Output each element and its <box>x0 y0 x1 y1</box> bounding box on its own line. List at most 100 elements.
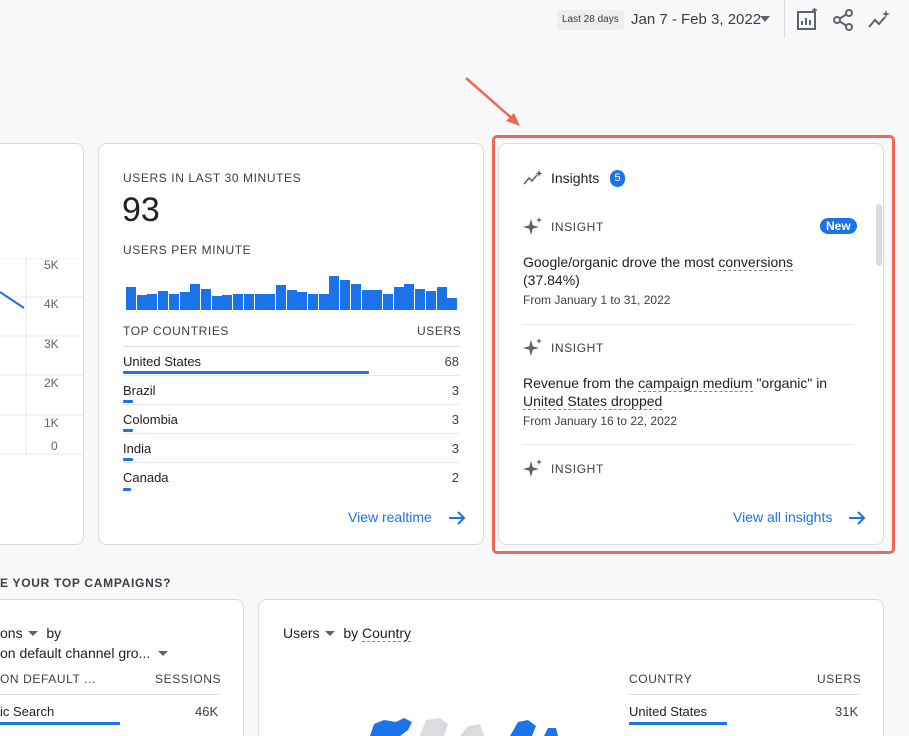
users-per-minute-label: USERS PER MINUTE <box>123 243 252 257</box>
customize-report-icon[interactable] <box>795 8 819 32</box>
section-title: E YOUR TOP CAMPAIGNS? <box>0 576 172 590</box>
axis-label: 5K <box>44 258 59 272</box>
table-divider <box>0 694 219 695</box>
dimension-selector-label: on default channel gro... <box>0 645 151 661</box>
users-per-minute-bar <box>372 290 382 310</box>
country-name: Brazil <box>123 383 156 398</box>
users-per-minute-bar <box>426 291 436 310</box>
insights-highlight-box <box>492 135 895 554</box>
table-row[interactable]: Colombia 3 <box>123 405 459 434</box>
axis-label: 3K <box>44 337 59 351</box>
users-per-minute-bar <box>233 294 243 310</box>
users-per-minute-bar <box>169 294 179 310</box>
top-countries-header: TOP COUNTRIES <box>123 324 230 338</box>
country-card-title[interactable]: Users by Country <box>283 625 412 642</box>
share-bar <box>123 429 133 432</box>
users-per-minute-bar <box>394 287 404 310</box>
country-name: United States <box>123 354 202 369</box>
country-users: 3 <box>451 412 459 427</box>
users-per-minute-bar <box>255 294 265 310</box>
share-bar <box>123 488 131 491</box>
table-row[interactable]: Brazil 3 <box>123 376 459 405</box>
users-per-minute-bar <box>265 294 275 310</box>
date-range-preset-chip[interactable]: Last 28 days <box>557 10 624 30</box>
share-bar <box>123 400 133 403</box>
insights-icon[interactable] <box>867 8 891 32</box>
table-row-name[interactable]: ic Search <box>0 704 54 719</box>
users-column-header: USERS <box>417 324 462 338</box>
users-trend-chart <box>0 258 84 455</box>
users-per-minute-bar <box>190 284 200 310</box>
axis-label: 2K <box>44 376 59 390</box>
by-label: by <box>46 625 62 641</box>
users-per-minute-bar <box>340 280 350 310</box>
metric-selector[interactable]: ons by <box>0 625 61 641</box>
users-per-minute-bar <box>383 294 393 310</box>
users-per-minute-chart <box>126 274 458 310</box>
table-row[interactable]: United States 68 <box>123 347 459 376</box>
users-per-minute-bar <box>276 285 286 310</box>
table-divider <box>629 694 859 695</box>
users-per-minute-bar <box>351 284 361 310</box>
users-per-minute-bar <box>244 294 254 310</box>
users-per-minute-bar <box>362 290 372 310</box>
users-per-minute-bar <box>437 287 447 310</box>
axis-label: 1K <box>44 416 59 430</box>
country-users: 2 <box>451 470 459 485</box>
users-by-country-card <box>258 599 884 736</box>
users-per-minute-bar <box>212 296 222 310</box>
users-column-header: USERS <box>817 672 862 686</box>
users-per-minute-bar <box>308 294 318 310</box>
users-per-minute-bar <box>329 276 339 310</box>
chevron-down-icon[interactable] <box>325 631 336 636</box>
view-realtime-link[interactable]: View realtime <box>348 509 432 525</box>
axis-label: 4K <box>44 297 59 311</box>
users-per-minute-bar <box>201 289 211 310</box>
metric-selector-label: ons <box>0 625 23 641</box>
table-row-value: 31K <box>835 704 859 719</box>
users-per-minute-bar <box>180 292 190 310</box>
world-map[interactable] <box>360 716 560 736</box>
axis-label: 0 <box>51 439 58 453</box>
users-per-minute-bar <box>126 287 136 310</box>
share-bar <box>629 722 727 725</box>
share-bar <box>0 722 120 725</box>
users-per-minute-bar <box>319 294 329 310</box>
users-per-minute-bar <box>415 289 425 310</box>
share-bar <box>123 371 369 374</box>
users-trend-line <box>0 291 25 309</box>
by-label: by <box>343 625 359 641</box>
table-row[interactable]: India 3 <box>123 434 459 463</box>
header-divider <box>784 0 785 38</box>
date-range-selector[interactable]: Jan 7 - Feb 3, 2022 <box>631 9 761 31</box>
users-per-minute-bar <box>137 295 147 310</box>
country-name: Canada <box>123 470 169 485</box>
country-column-header: COUNTRY <box>629 672 693 686</box>
users-per-minute-bar <box>222 295 232 310</box>
dimension-selector-label[interactable]: Country <box>362 625 412 642</box>
country-users: 3 <box>451 383 459 398</box>
table-row-name[interactable]: United States <box>629 704 707 719</box>
dimension-selector[interactable]: on default channel gro... <box>0 645 169 661</box>
share-bar <box>123 458 133 461</box>
country-users: 68 <box>444 354 459 369</box>
users-per-minute-bar <box>147 294 157 310</box>
realtime-user-count: 93 <box>122 191 160 229</box>
table-row-value: 46K <box>195 704 219 719</box>
table-row[interactable]: Canada 2 <box>123 463 459 492</box>
column-header: ON DEFAULT ... <box>0 672 96 686</box>
users-per-minute-bar <box>404 284 414 310</box>
metric-selector-label[interactable]: Users <box>283 625 320 641</box>
users-per-minute-bar <box>297 292 307 310</box>
annotation-arrow-icon <box>465 77 520 126</box>
users-per-minute-bar <box>447 298 457 310</box>
country-name: India <box>123 441 152 456</box>
arrow-right-icon[interactable] <box>448 510 466 526</box>
share-icon[interactable] <box>831 8 855 32</box>
country-users: 3 <box>451 441 459 456</box>
users-per-minute-bar <box>287 290 297 310</box>
users-per-minute-bar <box>158 291 168 310</box>
chevron-down-icon[interactable] <box>760 16 770 22</box>
sessions-column-header: SESSIONS <box>155 672 222 686</box>
country-name: Colombia <box>123 412 178 427</box>
